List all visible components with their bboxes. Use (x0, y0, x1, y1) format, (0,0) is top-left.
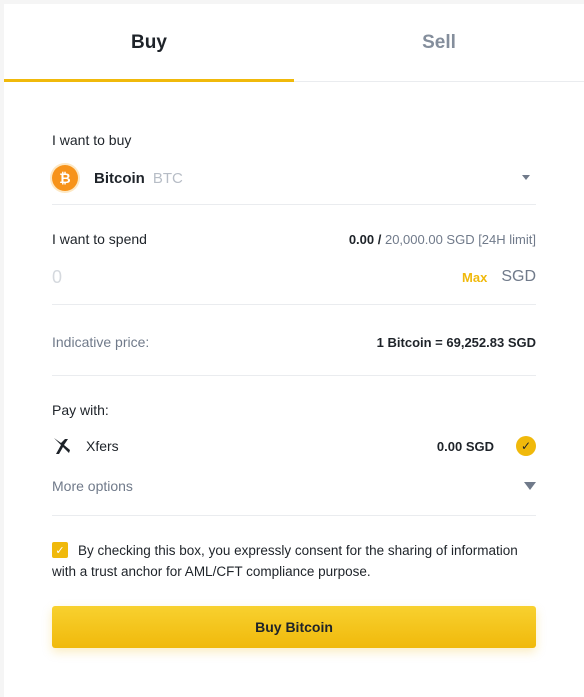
limit-separator: / (374, 231, 385, 247)
buy-sell-tabs: Buy Sell (4, 4, 584, 82)
divider (52, 515, 536, 516)
payment-section: Pay with: (52, 402, 536, 418)
spend-current: 0.00 (348, 231, 375, 247)
tab-buy[interactable]: Buy (4, 4, 294, 82)
buy-sell-panel: Buy Sell I want to buy ₿ Bitcoin BTC I w… (4, 4, 584, 697)
asset-label: I want to buy (52, 132, 132, 148)
divider (52, 304, 536, 305)
price-label: Indicative price: (52, 334, 150, 350)
spend-currency: SGD (501, 268, 536, 285)
spend-limit: 0.00 / 20,000.00 SGD [24H limit] (349, 232, 536, 247)
spend-header: I want to spend 0.00 / 20,000.00 SGD [24… (52, 231, 536, 247)
asset-symbol: BTC (152, 169, 183, 187)
asset-section: I want to buy (52, 132, 536, 148)
spend-limit-text: 20,000.00 SGD [24H limit] (384, 231, 536, 247)
asset-selector[interactable]: ₿ Bitcoin BTC (52, 164, 536, 192)
asset-name: Bitcoin (94, 169, 145, 187)
max-button[interactable]: Max (462, 270, 487, 285)
consent-checkbox[interactable]: ✓ (52, 542, 68, 558)
selected-check-icon: ✓ (516, 436, 536, 456)
buy-bitcoin-button[interactable]: Buy Bitcoin (52, 606, 536, 648)
payment-method-xfers[interactable]: Xfers 0.00 SGD ✓ (52, 435, 536, 457)
spend-amount-input[interactable]: 0 (52, 267, 62, 288)
divider (52, 204, 536, 205)
more-options-label: More options (52, 478, 133, 494)
price-row: Indicative price: 1 Bitcoin = 69,252.83 … (52, 334, 536, 350)
payment-balance: 0.00 SGD (436, 438, 494, 454)
payment-method-name: Xfers (86, 438, 119, 454)
chevron-down-icon (522, 175, 530, 180)
payment-label: Pay with: (52, 402, 109, 418)
consent-block: ✓ By checking this box, you expressly co… (52, 540, 536, 582)
price-value: 1 Bitcoin = 69,252.83 SGD (376, 334, 536, 350)
bitcoin-icon: ₿ (52, 165, 78, 191)
active-tab-indicator (4, 79, 294, 82)
spend-label: I want to spend (52, 231, 147, 247)
more-options-toggle[interactable]: More options (52, 476, 536, 496)
divider (52, 375, 536, 376)
spend-input-row: 0 Max SGD (52, 264, 536, 290)
consent-text: By checking this box, you expressly cons… (52, 543, 518, 579)
xfers-icon (52, 436, 72, 456)
caret-down-icon (524, 482, 536, 490)
tab-sell[interactable]: Sell (294, 4, 584, 82)
